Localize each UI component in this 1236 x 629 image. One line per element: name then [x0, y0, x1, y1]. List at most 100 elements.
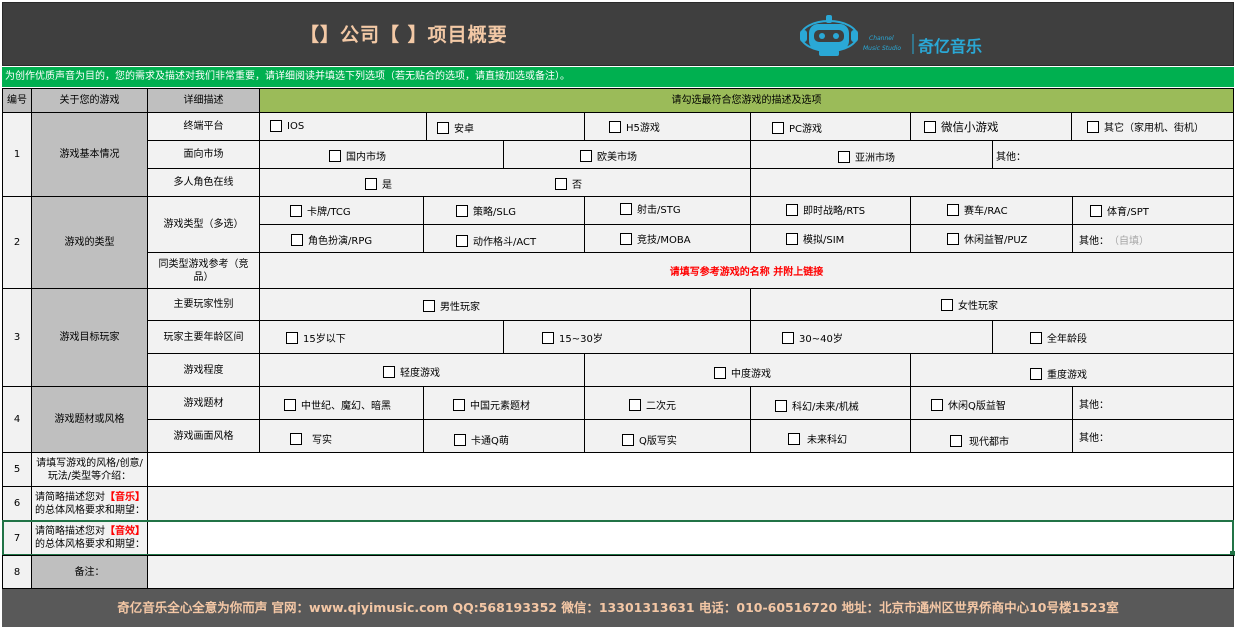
market-other-cell[interactable]	[992, 140, 1234, 169]
option-genre-rpg[interactable]: 角色扮演/RPG	[291, 232, 372, 247]
option-gender-male[interactable]: 男性玩家	[423, 298, 480, 313]
option-label: 欧美市场	[597, 152, 637, 163]
row-label-platform: 终端平台	[147, 112, 260, 141]
option-platform-h5[interactable]: H5游戏	[609, 119, 660, 134]
checkbox[interactable]	[542, 331, 554, 344]
checkbox[interactable]	[838, 150, 850, 163]
checkbox[interactable]	[620, 202, 632, 215]
checkbox[interactable]	[947, 232, 959, 245]
checkbox[interactable]	[286, 331, 298, 344]
section-number: 1	[2, 112, 32, 197]
checkbox[interactable]	[454, 433, 466, 446]
option-platform-android[interactable]: 安卓	[437, 120, 474, 135]
option-age-all[interactable]: 全年龄段	[1030, 330, 1087, 345]
checkbox[interactable]	[270, 120, 282, 132]
option-theme-medieval[interactable]: 中世纪、魔幻、暗黑	[284, 397, 391, 412]
option-genre-rac[interactable]: 赛车/RAC	[947, 202, 1008, 217]
option-label: 15岁以下	[303, 334, 346, 345]
option-label: 赛车/RAC	[964, 206, 1008, 217]
option-platform-pc[interactable]: PC游戏	[772, 120, 822, 135]
option-art-future[interactable]: 未来科幻	[788, 431, 847, 446]
checkbox[interactable]	[383, 365, 395, 378]
checkbox[interactable]	[788, 432, 800, 445]
checkbox[interactable]	[437, 121, 449, 134]
option-label: H5游戏	[626, 123, 660, 134]
checkbox[interactable]	[453, 398, 465, 411]
option-genre-slg[interactable]: 策略/SLG	[456, 203, 516, 218]
checkbox[interactable]	[1030, 367, 1042, 380]
option-theme-casual[interactable]: 休闲Q版益智	[931, 397, 1006, 412]
option-genre-rts[interactable]: 即时战略/RTS	[786, 202, 865, 217]
option-theme-anime[interactable]: 二次元	[629, 397, 676, 412]
option-degree-light[interactable]: 轻度游戏	[383, 364, 440, 379]
multiplayer-blank-cell[interactable]	[750, 168, 1234, 197]
checkbox[interactable]	[620, 232, 632, 245]
checkbox[interactable]	[941, 298, 953, 311]
checkbox[interactable]	[290, 432, 302, 445]
option-degree-heavy[interactable]: 重度游戏	[1030, 366, 1087, 381]
checkbox[interactable]	[1090, 204, 1102, 217]
checkbox[interactable]	[423, 299, 435, 312]
section-number: 6	[2, 486, 32, 521]
option-art-realistic[interactable]: 写实	[290, 431, 332, 446]
checkbox[interactable]	[291, 233, 303, 246]
option-age-under15[interactable]: 15岁以下	[286, 330, 346, 345]
checkbox[interactable]	[456, 234, 468, 247]
checkbox[interactable]	[1030, 331, 1042, 344]
checkbox[interactable]	[580, 149, 592, 162]
option-label: 射击/STG	[637, 205, 681, 216]
option-platform-other[interactable]: 其它（家用机、街机）	[1087, 119, 1204, 134]
option-market-west[interactable]: 欧美市场	[580, 148, 637, 163]
section-label-theme: 游戏题材或风格	[31, 386, 148, 453]
checkbox[interactable]	[775, 399, 787, 412]
option-art-urban[interactable]: 现代都市	[950, 433, 1009, 448]
checkbox[interactable]	[609, 120, 621, 133]
option-degree-medium[interactable]: 中度游戏	[714, 365, 771, 380]
music-input-cell[interactable]	[147, 486, 1234, 521]
remark-input-cell[interactable]	[147, 555, 1234, 589]
option-multiplayer-no[interactable]: 否	[555, 176, 582, 191]
checkbox[interactable]	[1087, 120, 1099, 133]
checkbox[interactable]	[782, 331, 794, 344]
checkbox[interactable]	[456, 204, 468, 217]
checkbox[interactable]	[950, 434, 962, 447]
checkbox[interactable]	[290, 204, 302, 217]
option-genre-moba[interactable]: 竞技/MOBA	[620, 231, 691, 246]
checkbox[interactable]	[772, 121, 784, 134]
option-theme-scifi[interactable]: 科幻/未来/机械	[775, 398, 859, 413]
option-genre-sim[interactable]: 模拟/SIM	[786, 231, 844, 246]
checkbox[interactable]	[931, 398, 943, 411]
option-age-30-40[interactable]: 30~40岁	[782, 330, 843, 345]
option-multiplayer-yes[interactable]: 是	[365, 176, 392, 191]
option-gender-female[interactable]: 女性玩家	[941, 297, 998, 312]
option-platform-ios[interactable]: IOS	[270, 120, 304, 132]
option-market-domestic[interactable]: 国内市场	[329, 148, 386, 163]
option-market-asia[interactable]: 亚洲市场	[838, 149, 895, 164]
checkbox[interactable]	[924, 121, 936, 133]
row-label-music: 请简略描述您对【音乐】 的总体风格要求和期望：	[31, 486, 148, 521]
checkbox[interactable]	[947, 203, 959, 216]
row-label-genre: 游戏类型（多选）	[147, 196, 260, 253]
option-art-q-realistic[interactable]: Q版写实	[622, 432, 677, 447]
checkbox[interactable]	[555, 177, 567, 190]
checkbox[interactable]	[329, 149, 341, 162]
checkbox[interactable]	[786, 203, 798, 216]
checkbox[interactable]	[786, 232, 798, 245]
option-genre-act[interactable]: 动作格斗/ACT	[456, 233, 536, 248]
option-art-cartoon[interactable]: 卡通Q萌	[454, 432, 509, 447]
option-theme-chinese[interactable]: 中国元素题材	[453, 397, 530, 412]
option-label: 安卓	[454, 124, 474, 135]
option-genre-spt[interactable]: 体育/SPT	[1090, 203, 1149, 218]
checkbox[interactable]	[714, 366, 726, 379]
checkbox[interactable]	[284, 398, 296, 411]
option-genre-puz[interactable]: 休闲益智/PUZ	[947, 231, 1027, 246]
checkbox[interactable]	[622, 433, 634, 446]
option-genre-stg[interactable]: 射击/STG	[620, 201, 681, 216]
checkbox[interactable]	[629, 398, 641, 411]
option-label: 女性玩家	[958, 301, 998, 312]
option-platform-wechat[interactable]: 微信小游戏	[924, 119, 999, 135]
checkbox[interactable]	[365, 177, 377, 190]
intro-input-cell[interactable]	[147, 452, 1234, 487]
option-age-15-30[interactable]: 15~30岁	[542, 330, 603, 345]
option-genre-tcg[interactable]: 卡牌/TCG	[290, 203, 351, 218]
